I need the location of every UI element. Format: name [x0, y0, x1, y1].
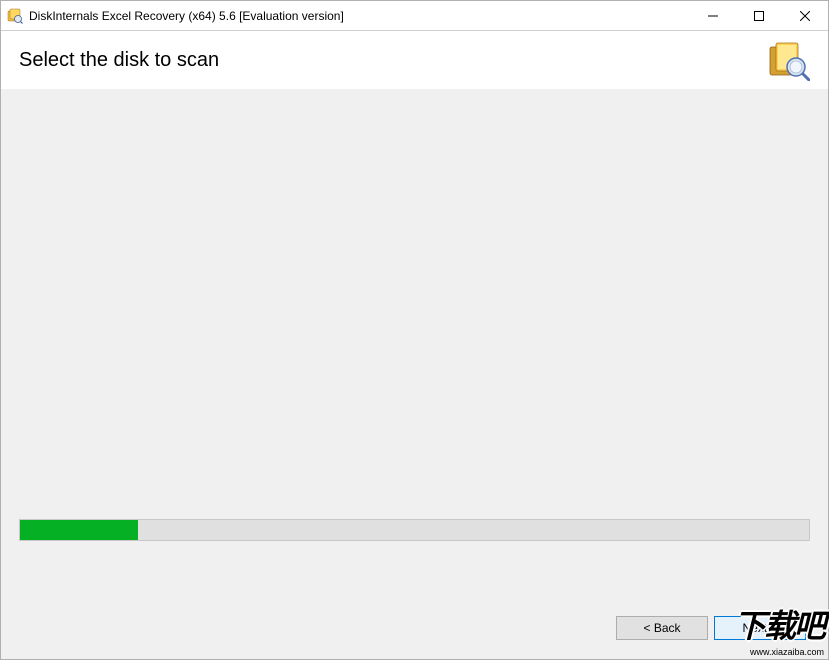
wizard-header: Select the disk to scan: [1, 31, 828, 89]
window-title: DiskInternals Excel Recovery (x64) 5.6 […: [29, 9, 690, 23]
maximize-button[interactable]: [736, 1, 782, 30]
watermark-url: www.xiazaiba.com: [750, 647, 824, 657]
close-button[interactable]: [782, 1, 828, 30]
next-button[interactable]: Next >: [714, 616, 806, 640]
titlebar: DiskInternals Excel Recovery (x64) 5.6 […: [1, 1, 828, 31]
content-area: [1, 89, 828, 597]
progress-fill: [20, 520, 138, 540]
app-icon: [7, 8, 23, 24]
folder-search-icon: [768, 39, 810, 81]
wizard-footer: < Back Next > 下载吧 www.xiazaiba.com: [1, 597, 828, 659]
minimize-button[interactable]: [690, 1, 736, 30]
page-title: Select the disk to scan: [19, 49, 219, 72]
back-button[interactable]: < Back: [616, 616, 708, 640]
progress-bar: [19, 519, 810, 541]
window-controls: [690, 1, 828, 30]
